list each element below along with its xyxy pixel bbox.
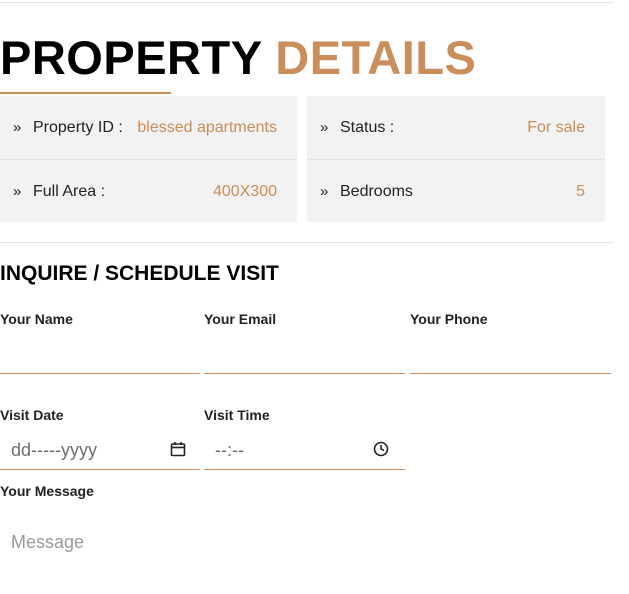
chevron-double-right-icon: »: [320, 183, 329, 200]
details-card-right: » Status : For sale » Bedrooms 5: [307, 96, 605, 222]
detail-row-property-id: » Property ID : blessed apartments: [0, 96, 297, 159]
email-field[interactable]: [204, 343, 405, 374]
title-part-1: PROPERTY: [0, 31, 262, 84]
property-id-label: Property ID :: [33, 118, 123, 136]
visit-date-field[interactable]: dd-----yyyy: [0, 433, 200, 470]
full-area-value: 400X300: [212, 182, 277, 200]
name-field[interactable]: [0, 343, 200, 374]
clock-icon[interactable]: [373, 441, 389, 457]
visit-time-field[interactable]: --:--: [204, 433, 405, 470]
chevron-double-right-icon: »: [13, 119, 22, 136]
title-underline: [0, 92, 171, 94]
bedrooms-label: Bedrooms: [340, 182, 413, 200]
status-value: For sale: [527, 118, 585, 136]
title-part-2: DETAILS: [275, 31, 477, 84]
detail-row-full-area: » Full Area : 400X300: [0, 159, 297, 223]
status-label: Status :: [340, 118, 395, 136]
visit-time-label: Visit Time: [204, 407, 270, 423]
message-placeholder: Message: [11, 532, 85, 552]
visit-date-label: Visit Date: [0, 407, 64, 423]
phone-label: Your Phone: [410, 311, 488, 327]
property-id-value: blessed apartments: [137, 118, 277, 136]
chevron-double-right-icon: »: [13, 183, 22, 200]
section-divider: [0, 242, 614, 243]
details-card-left: » Property ID : blessed apartments » Ful…: [0, 96, 297, 222]
visit-time-value: --:--: [215, 440, 244, 460]
bedrooms-value: 5: [576, 182, 585, 200]
visit-date-value: dd-----yyyy: [11, 440, 97, 460]
message-textarea[interactable]: Message: [0, 515, 611, 591]
full-area-label: Full Area :: [33, 182, 106, 200]
message-label: Your Message: [0, 483, 94, 499]
top-divider: [0, 2, 614, 3]
detail-row-status: » Status : For sale: [307, 96, 605, 159]
name-label: Your Name: [0, 311, 73, 327]
chevron-double-right-icon: »: [320, 119, 329, 136]
form-title: INQUIRE / SCHEDULE VISIT: [0, 262, 279, 285]
calendar-icon[interactable]: [170, 441, 186, 457]
detail-row-bedrooms: » Bedrooms 5: [307, 159, 605, 223]
email-label: Your Email: [204, 311, 277, 327]
phone-field[interactable]: [410, 343, 611, 374]
page-title: PROPERTY DETAILS: [0, 31, 476, 85]
